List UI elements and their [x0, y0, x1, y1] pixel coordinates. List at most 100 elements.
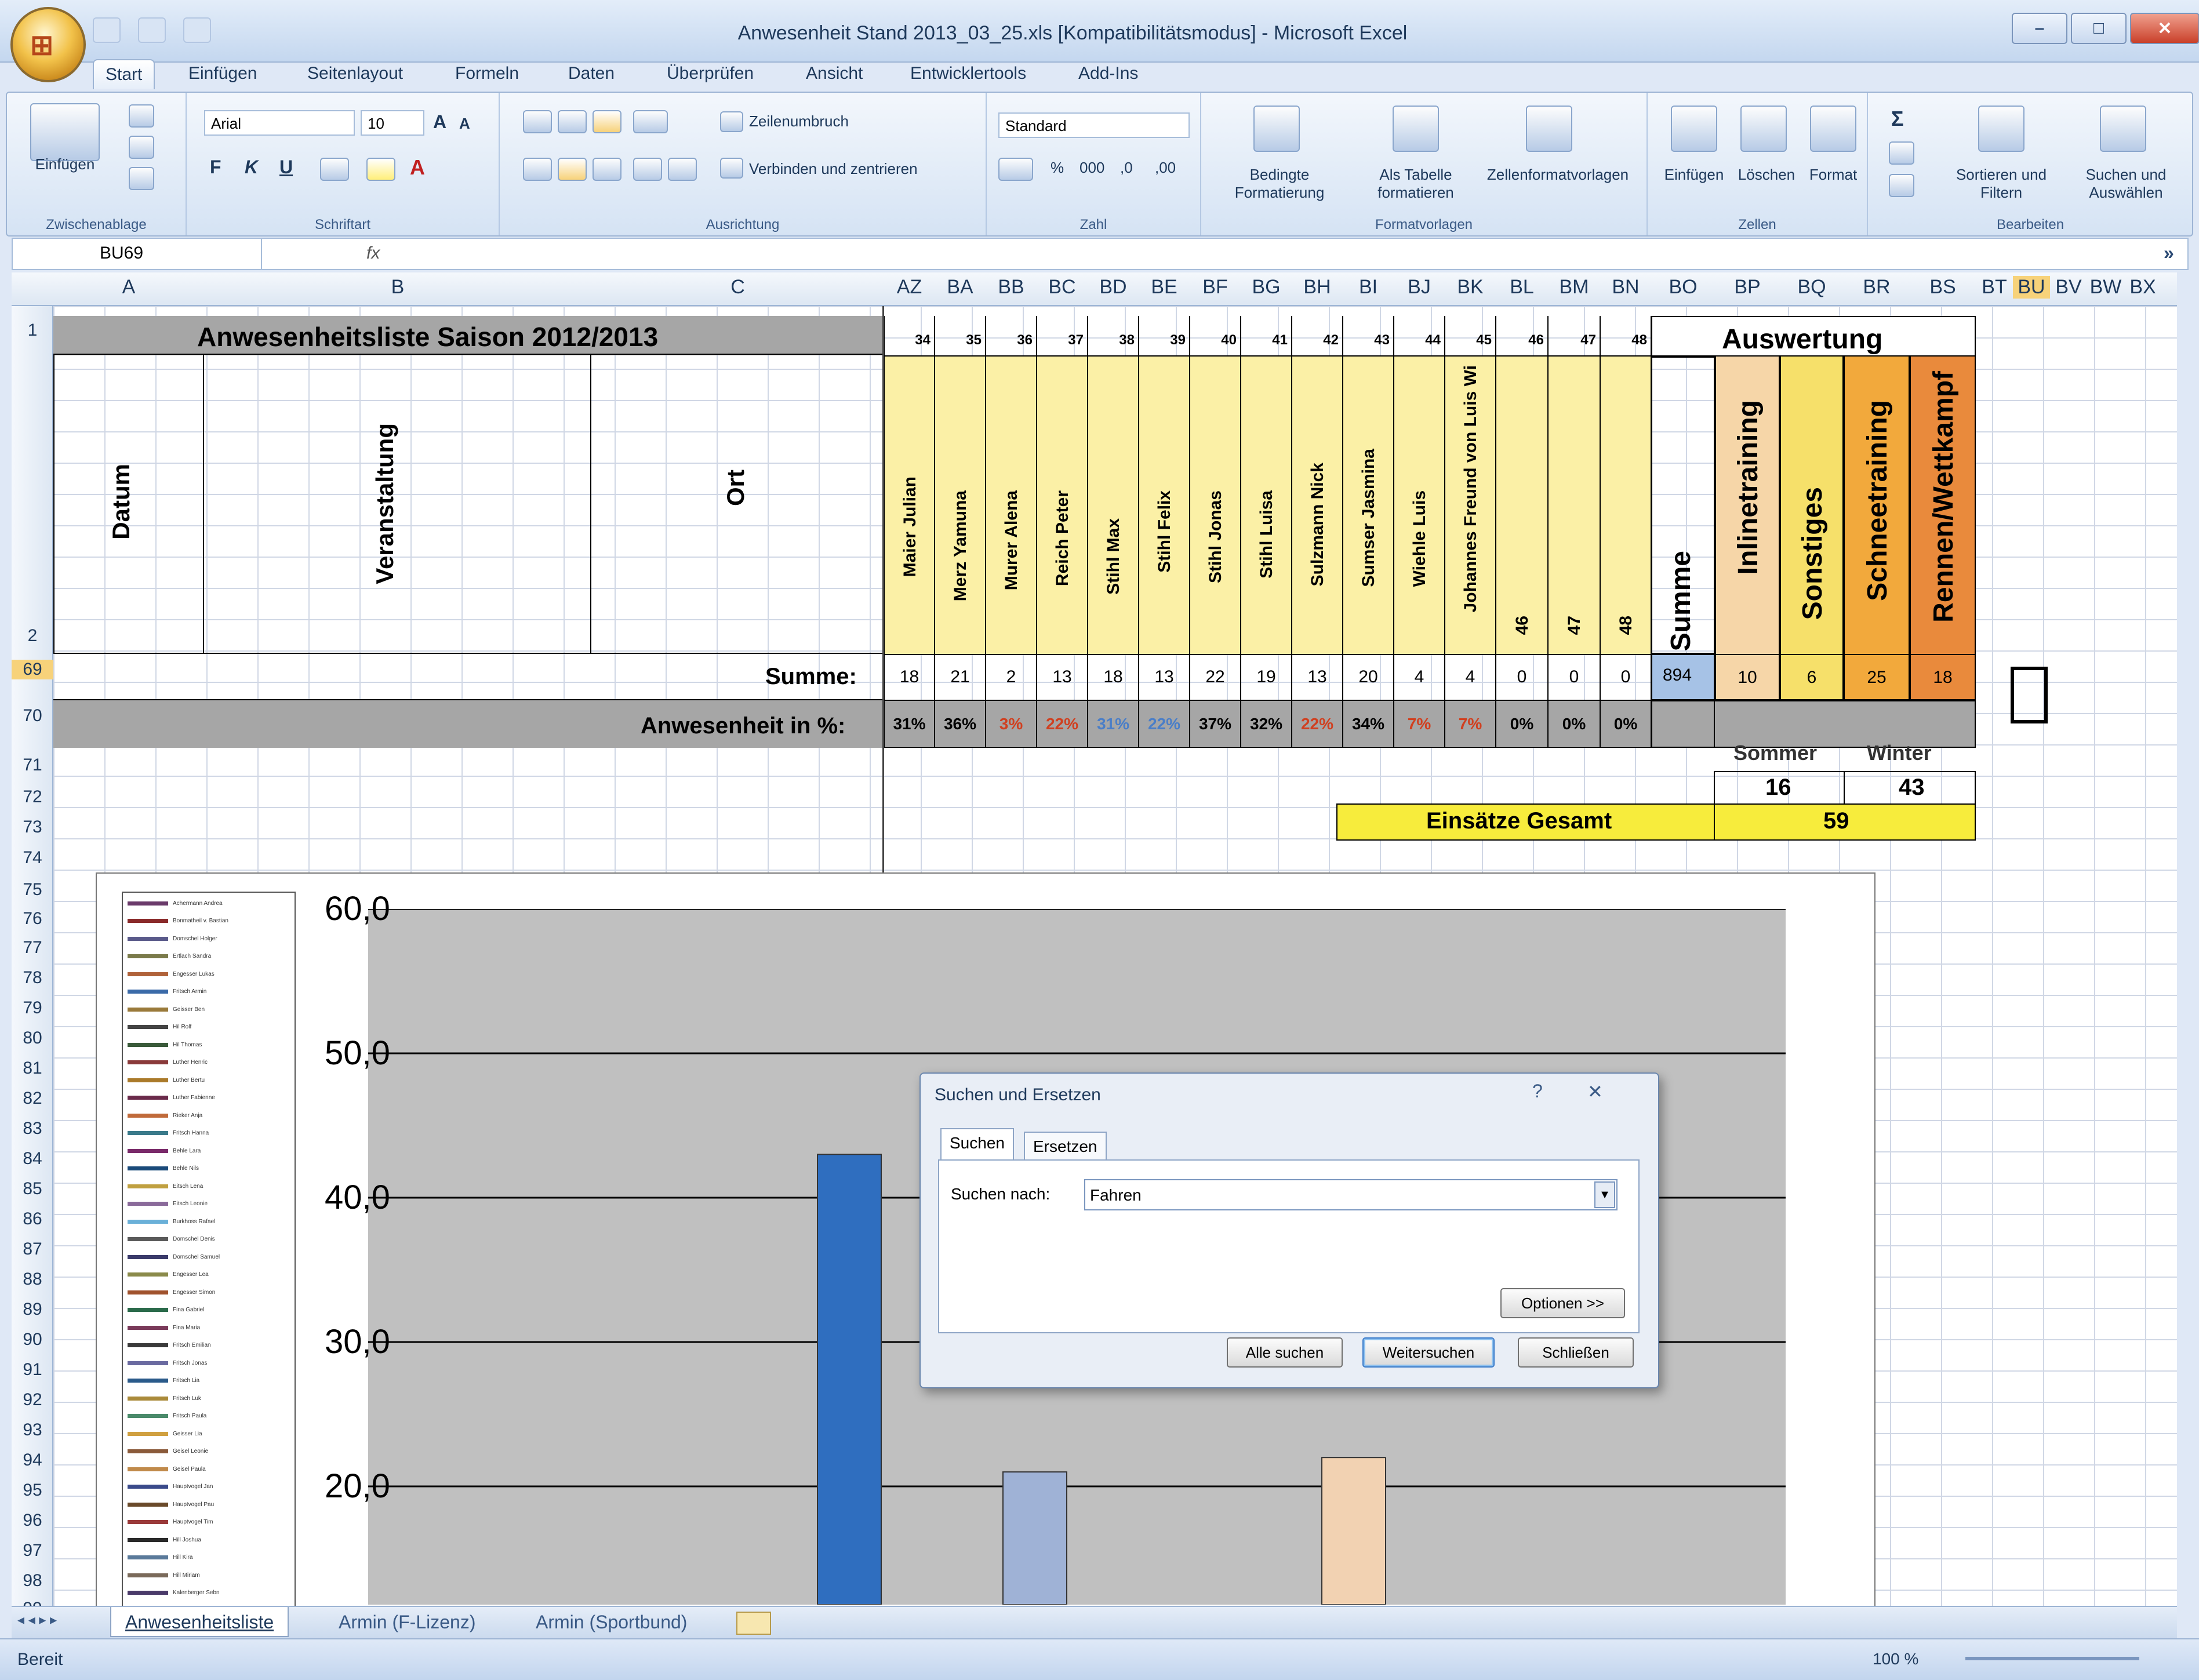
align-left-icon[interactable]	[523, 158, 552, 181]
row-header[interactable]: 89	[12, 1300, 53, 1319]
tab-suchen[interactable]: Suchen	[940, 1128, 1014, 1161]
tab-entwicklertools[interactable]: Entwicklertools	[899, 59, 1038, 88]
column-header[interactable]: BR	[1844, 276, 1910, 299]
autosum-button[interactable]: Σ	[1891, 107, 1904, 131]
paste-icon[interactable]	[30, 103, 100, 161]
tab-ersetzen[interactable]: Ersetzen	[1024, 1132, 1107, 1159]
row-header[interactable]: 83	[12, 1119, 53, 1139]
name-box[interactable]: BU69	[13, 239, 262, 269]
fill-icon[interactable]	[1889, 141, 1914, 165]
grow-font-button[interactable]: A	[433, 111, 446, 133]
dropdown-arrow-icon[interactable]: ▼	[1594, 1181, 1615, 1208]
column-header[interactable]: BF	[1190, 276, 1241, 299]
column-header[interactable]: BE	[1139, 276, 1190, 299]
number-format-combo[interactable]: Standard	[998, 112, 1190, 138]
format-painter-icon[interactable]	[129, 167, 154, 190]
new-sheet-icon[interactable]	[736, 1612, 771, 1635]
tab-addins[interactable]: Add-Ins	[1067, 59, 1150, 88]
column-header[interactable]: BL	[1496, 276, 1548, 299]
find-select-button[interactable]: Suchen und Auswählen	[2071, 166, 2181, 202]
align-center-icon[interactable]	[558, 158, 587, 181]
column-header[interactable]: A	[53, 276, 204, 299]
percent-button[interactable]: %	[1051, 159, 1064, 177]
dialog-close-btn[interactable]: Schließen	[1518, 1337, 1634, 1368]
tab-einfuegen[interactable]: Einfügen	[177, 59, 268, 88]
shrink-font-button[interactable]: A	[459, 115, 470, 133]
save-icon[interactable]	[93, 17, 121, 43]
column-header[interactable]: C	[591, 276, 884, 299]
dialog-close-button[interactable]: ✕	[1587, 1081, 1603, 1103]
worksheet[interactable]: A B C AZ BA BB BC BD BE BF BG BH BI BJ BK BL BM BN BO BP BQ B…	[12, 272, 2177, 1606]
align-middle-icon[interactable]	[558, 110, 587, 133]
column-header[interactable]: BC	[1037, 276, 1088, 299]
row-header[interactable]: 80	[12, 1028, 53, 1048]
tab-scroll-icon[interactable]: ◂ ◂ ▸ ▸	[17, 1612, 57, 1628]
clear-icon[interactable]	[1889, 174, 1914, 197]
format-cells-icon[interactable]	[1810, 106, 1856, 152]
row-header[interactable]: 74	[12, 848, 53, 868]
row-header[interactable]: 71	[12, 755, 53, 775]
minimize-button[interactable]: –	[2012, 13, 2067, 44]
column-header[interactable]: BJ	[1394, 276, 1445, 299]
row-header[interactable]: 91	[12, 1360, 53, 1380]
row-header[interactable]: 75	[12, 880, 53, 900]
merge-center-button[interactable]: Verbinden und zentrieren	[749, 160, 918, 178]
font-name-combo[interactable]: Arial	[204, 110, 355, 136]
row-header[interactable]: 82	[12, 1089, 53, 1108]
find-all-button[interactable]: Alle suchen	[1227, 1337, 1343, 1368]
align-right-icon[interactable]	[593, 158, 621, 181]
sheet-tab-armin-f-lizenz[interactable]: Armin (F-Lizenz)	[325, 1607, 489, 1637]
thousands-button[interactable]: 000	[1079, 159, 1104, 177]
column-header[interactable]: BX	[2124, 276, 2161, 299]
font-color-button[interactable]: A	[410, 155, 425, 180]
italic-button[interactable]: K	[245, 157, 258, 178]
row-header[interactable]: 79	[12, 998, 53, 1018]
orientation-icon[interactable]	[633, 110, 668, 133]
increase-decimal-button[interactable]: ,0	[1120, 159, 1133, 177]
row-header[interactable]: 76	[12, 909, 53, 929]
format-as-table-icon[interactable]	[1393, 106, 1439, 152]
row-header[interactable]: 92	[12, 1390, 53, 1410]
wrap-text-icon[interactable]	[720, 111, 743, 132]
cell-styles-icon[interactable]	[1526, 106, 1572, 152]
row-header[interactable]: 81	[12, 1059, 53, 1078]
column-header[interactable]: AZ	[884, 276, 935, 299]
row-header[interactable]: 70	[12, 706, 53, 726]
column-header[interactable]: BK	[1445, 276, 1496, 299]
row-header[interactable]: 95	[12, 1481, 53, 1500]
delete-cells-button[interactable]: Löschen	[1735, 166, 1798, 184]
copy-icon[interactable]	[129, 136, 154, 159]
insert-cells-button[interactable]: Einfügen	[1659, 166, 1729, 184]
row-header[interactable]: 99	[12, 1599, 53, 1606]
row-header[interactable]: 88	[12, 1270, 53, 1289]
cut-icon[interactable]	[129, 104, 154, 128]
row-header[interactable]: 96	[12, 1511, 53, 1530]
format-as-table-button[interactable]: Als Tabelle formatieren	[1358, 166, 1474, 202]
row-header[interactable]: 97	[12, 1541, 53, 1561]
redo-icon[interactable]	[183, 17, 211, 43]
bold-button[interactable]: F	[210, 157, 221, 178]
row-header[interactable]: 1	[12, 321, 53, 340]
row-header[interactable]: 77	[12, 938, 53, 958]
cell-styles-button[interactable]: Zellenformatvorlagen	[1480, 166, 1636, 184]
row-header[interactable]: 86	[12, 1209, 53, 1229]
column-header[interactable]: BN	[1600, 276, 1651, 299]
tab-daten[interactable]: Daten	[557, 59, 626, 88]
column-header[interactable]: BO	[1651, 276, 1715, 299]
chart-bar[interactable]	[817, 1154, 882, 1605]
column-header[interactable]: BA	[935, 276, 986, 299]
tab-seitenlayout[interactable]: Seitenlayout	[296, 59, 415, 88]
column-header[interactable]: B	[204, 276, 591, 299]
row-header[interactable]: 90	[12, 1330, 53, 1350]
maximize-button[interactable]: □	[2071, 13, 2127, 44]
underline-button[interactable]: U	[279, 157, 293, 178]
align-top-icon[interactable]	[523, 110, 552, 133]
column-header[interactable]: BD	[1088, 276, 1139, 299]
border-icon[interactable]	[320, 158, 349, 181]
tab-formeln[interactable]: Formeln	[444, 59, 530, 88]
fx-icon[interactable]: fx	[366, 243, 380, 263]
conditional-format-icon[interactable]	[1253, 106, 1300, 152]
row-header[interactable]: 69	[12, 660, 53, 679]
column-header[interactable]: BW	[2087, 276, 2124, 299]
insert-cells-icon[interactable]	[1671, 106, 1717, 152]
